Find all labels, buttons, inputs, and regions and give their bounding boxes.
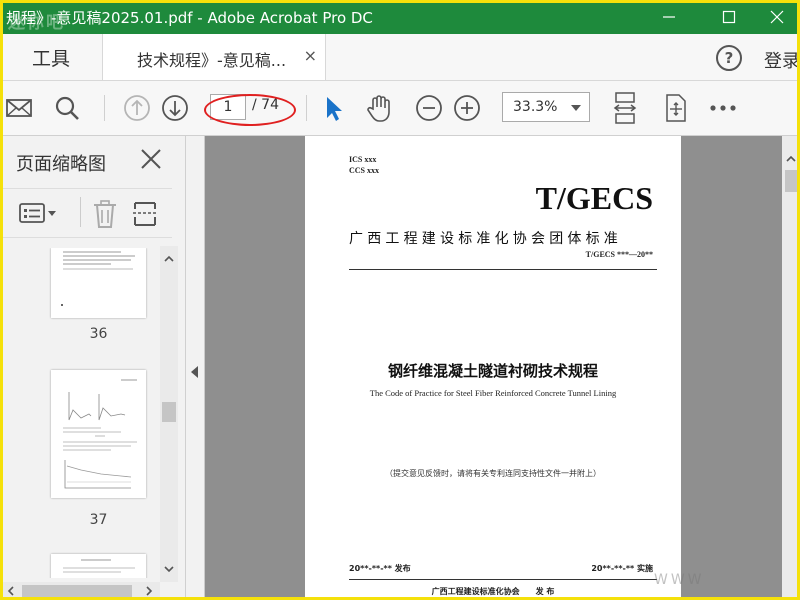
watermark-logo: 迷你吧 [8,13,65,33]
title-bar: 规程》-意见稿2025.01.pdf - Adobe Acrobat Pro D… [0,0,800,34]
toolbar: 1 / 74 33.3% [0,81,800,136]
page-preview-icon [63,559,135,573]
rotate-page-button[interactable] [660,93,690,123]
document-scrollbar[interactable] [782,136,800,600]
scrollbar-thumb[interactable] [162,402,176,422]
list-options-icon [19,203,56,223]
tab-document-label: 技术规程》-意见稿... [137,51,287,70]
page-extract-icon [133,202,157,226]
tab-close-button[interactable]: × [304,46,317,65]
arrow-up-circle-icon [124,95,150,121]
page-preview-icon [63,379,137,489]
toolbar-separator [306,95,307,121]
effective-date: 20**-**-** 实施 [591,564,653,573]
fit-page-button[interactable] [610,92,640,124]
trash-icon [94,200,116,228]
close-window-button[interactable] [754,0,800,34]
divider [349,579,657,580]
issue-date: 20**-**-** 发布 [349,564,411,573]
chevron-up-icon [786,155,796,162]
scrollbar-thumb[interactable] [785,170,797,192]
minimize-button[interactable] [646,0,692,34]
thumbnail-hscrollbar[interactable] [0,582,160,600]
chevron-down-icon [571,105,581,111]
previous-page-button[interactable] [122,93,152,123]
document-title-en: The Code of Practice for Steel Fiber Rei… [369,388,617,398]
maximize-icon [722,10,736,24]
collapse-left-icon [191,366,198,378]
thumbnail-scrollbar[interactable] [160,246,178,582]
maximize-button[interactable] [706,0,752,34]
panel-close-button[interactable] [140,148,162,174]
toolbar-separator [104,95,105,121]
ics-line: ICS xxx [349,155,377,164]
zoom-select[interactable]: 33.3% [502,92,590,122]
cursor-arrow-icon [327,97,342,121]
panel-collapse-handle[interactable] [186,136,205,600]
tab-bar: 工具 技术规程》-意见稿... × ? 登录 [0,34,800,81]
standard-code: T/GECS [535,180,653,216]
chevron-left-icon [7,586,14,596]
close-icon [770,10,784,24]
login-button[interactable]: 登录 [764,47,800,73]
page-rotate-icon [666,94,686,122]
publisher: 广西工程建设标准化协会 发 布 [431,587,555,596]
ics-code: ICS xxx CCS xxx [349,154,379,176]
feedback-note: （提交意见反馈时，请将有关专利连同支持性文件一并附上） [385,469,601,478]
chevron-up-icon [164,255,174,262]
thumbnail-page[interactable] [51,554,146,578]
pdf-page[interactable]: ICS xxx CCS xxx T/GECS 广西工程建设标准化协会团体标准 T… [305,136,681,600]
panel-toolbar [0,188,172,238]
standard-number: T/GECS ***—20** [585,250,653,259]
tab-document[interactable]: 技术规程》-意见稿... × [102,34,326,80]
hand-icon [367,95,390,122]
tab-tools[interactable]: 工具 [0,34,102,80]
document-title-cn: 钢纤维混凝土隧道衬砌技术规程 [387,362,598,380]
thumbnail-page[interactable] [51,248,146,318]
zoom-in-button[interactable] [452,93,482,123]
fit-width-icon [613,92,637,124]
zoom-out-icon [416,95,442,121]
search-icon [55,96,79,120]
divider [349,269,657,270]
next-page-button[interactable] [160,93,190,123]
zoom-value: 33.3% [513,99,558,115]
ccs-line: CCS xxx [349,166,380,175]
arrow-down-circle-icon [162,95,188,121]
thumbnail-label: 36 [89,326,108,342]
page-preview-icon [61,251,135,306]
scrollbar-thumb[interactable] [22,585,132,597]
hand-tool-button[interactable] [364,93,394,123]
thumbnail-list: 36 37 [0,248,160,578]
thumbnail-label: 37 [89,512,108,528]
extract-page-button[interactable] [132,199,158,233]
watermark-text: WWW [654,572,705,588]
organization-standard: 广西工程建设标准化协会团体标准 [349,231,622,247]
select-tool-button[interactable] [318,93,348,123]
more-tools-button[interactable] [708,93,738,123]
search-button[interactable] [52,93,82,123]
panel-separator [80,197,81,227]
zoom-out-button[interactable] [414,93,444,123]
thumbnail-panel: 页面缩略图 36 37 [0,136,186,600]
envelope-icon [6,99,32,117]
chevron-right-icon [146,586,153,596]
more-dots-icon [710,105,736,111]
thumbnail-options-button[interactable] [18,201,58,229]
email-button[interactable] [4,93,34,123]
minimize-icon [663,16,675,18]
thumbnail-page[interactable] [51,370,146,498]
panel-title: 页面缩略图 [16,154,106,175]
help-button[interactable]: ? [716,45,742,71]
chevron-down-icon [164,566,174,573]
annotation-circle [204,94,296,126]
zoom-in-icon [454,95,480,121]
delete-page-button[interactable] [92,199,118,233]
close-icon [141,149,161,169]
